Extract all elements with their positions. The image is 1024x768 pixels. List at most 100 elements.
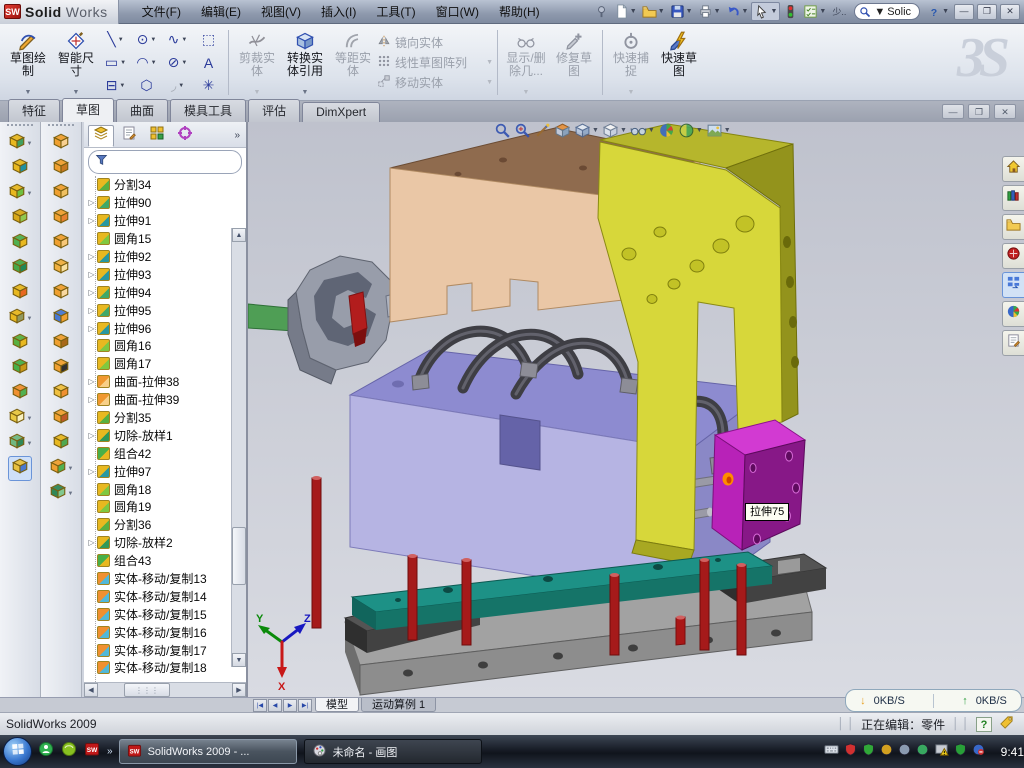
tree-item-分割34[interactable]: 分割34 — [86, 176, 246, 194]
model-gate-hole-7[interactable] — [654, 227, 666, 237]
minimize-window-button[interactable]: — — [954, 4, 974, 20]
model-gate-side-hole-1[interactable] — [783, 236, 791, 248]
tree-item-圆角17[interactable]: 圆角17 — [86, 355, 246, 373]
offset-entities-button[interactable]: 等距实体 — [329, 27, 377, 98]
model-pin-2[interactable] — [408, 556, 417, 640]
model-pin-1-cap[interactable] — [312, 476, 321, 480]
rapid-sketch-button[interactable]: 快速草图 — [655, 27, 703, 98]
tree-vertical-scrollbar[interactable]: ▲ ▼ — [231, 228, 246, 667]
untrim-surface-button[interactable]: ▼ — [49, 481, 74, 506]
filter-input[interactable] — [112, 156, 212, 168]
move-entities-button[interactable]: 移动实体▼ — [377, 74, 493, 91]
instant3d-button[interactable] — [8, 456, 32, 481]
exploded-mold-assembly[interactable]: YZX — [248, 122, 1024, 697]
model-mold-notch[interactable] — [500, 415, 540, 470]
apply-scene-button[interactable]: ▼ — [678, 122, 703, 139]
model-eject-hole-3[interactable] — [653, 564, 663, 570]
tree-item-实体-移动/复制13[interactable]: 实体-移动/复制13 — [86, 570, 246, 588]
extruded-boss-button[interactable]: ▼ — [8, 131, 33, 156]
sketch-circle-button[interactable]: ⊙▼ — [131, 28, 162, 51]
fillet-button[interactable]: ▼ — [8, 181, 33, 206]
tab-草图[interactable]: 草图 — [62, 98, 114, 122]
tree-item-圆角18[interactable]: 圆角18 — [86, 480, 246, 498]
model-eject-hole-5[interactable] — [715, 558, 721, 562]
sketch-selection-box-button[interactable]: ⬚ — [193, 28, 224, 51]
display-style-button[interactable]: ▼ — [602, 122, 627, 139]
model-base-bolt-1[interactable] — [403, 670, 413, 677]
taskbar-button-SolidWorks 2009 - ...[interactable]: SWSolidWorks 2009 - ... — [119, 739, 297, 764]
scroll-left-button[interactable]: ◀ — [84, 683, 98, 697]
tray-safety-blue[interactable] — [972, 743, 985, 761]
model-base-bolt-6[interactable] — [771, 630, 781, 637]
wrap-button[interactable] — [11, 281, 29, 306]
sketch-polygon-button[interactable]: ⬡ — [131, 74, 162, 97]
model-gate-hole-3[interactable] — [690, 260, 704, 272]
help-button[interactable]: ?▼ — [925, 4, 951, 20]
model-base-bolt-2[interactable] — [478, 662, 488, 669]
lofted-boss-button[interactable] — [11, 206, 29, 231]
menu-item-5[interactable]: 窗口(W) — [427, 0, 488, 23]
sketch-rectangle-button[interactable]: ▭▼ — [100, 51, 131, 74]
swept-cut-button[interactable] — [11, 256, 29, 281]
taskbar-button-未命名 - 画图[interactable]: 未命名 - 画图 — [304, 739, 482, 764]
sketch-button[interactable]: 草图绘制▼ — [4, 27, 52, 98]
convert-entities-button[interactable]: 转换实体引用▼ — [281, 27, 329, 98]
panel-tab-configurationmanager[interactable] — [144, 125, 170, 147]
tag-icon[interactable] — [999, 715, 1014, 733]
model-gate-hole-6[interactable] — [622, 248, 636, 260]
appearances-scenes-tab[interactable] — [1002, 301, 1024, 327]
trim-entities-button[interactable]: 剪裁实体▼ — [233, 27, 281, 98]
model-gate-side-hole-3[interactable] — [789, 316, 797, 328]
model-pin-3-cap[interactable] — [462, 558, 471, 562]
freeform-button[interactable] — [52, 256, 70, 281]
ruled-surface-button[interactable] — [52, 331, 70, 356]
tree-item-圆角15[interactable]: 圆角15 — [86, 230, 246, 248]
tree-item-分割35[interactable]: 分割35 — [86, 409, 246, 427]
scroll-right-button[interactable]: ▶ — [232, 683, 246, 697]
quick-snaps-button[interactable]: 快速捕捉▼ — [607, 27, 655, 98]
model-pin-6[interactable] — [737, 565, 746, 655]
panel-tab-propertymanager[interactable] — [116, 125, 142, 147]
tray-antivirus-red[interactable] — [844, 743, 857, 761]
extruded-surface-button[interactable] — [52, 181, 70, 206]
model-mold-top-hole-1[interactable] — [392, 381, 404, 388]
doc-restore-button[interactable]: ❐ — [968, 104, 990, 119]
view-settings-button[interactable]: ▼ — [706, 122, 731, 139]
move-copy-body-button[interactable] — [11, 381, 29, 406]
model-hover-flame-inner[interactable] — [727, 477, 732, 484]
expand-arrow[interactable]: ▷ — [86, 270, 97, 279]
tree-item-实体-移动/复制17[interactable]: 实体-移动/复制17 — [86, 641, 246, 659]
doc-minimize-button[interactable]: — — [942, 104, 964, 119]
view-palette-tab[interactable] — [1002, 272, 1024, 298]
panel-tabs-overflow[interactable]: » — [234, 130, 242, 141]
solidworks-launcher-quicklaunch[interactable]: SW — [84, 741, 100, 762]
tree-item-切除-放样2[interactable]: ▷切除-放样2 — [86, 534, 246, 552]
close-window-button[interactable]: ✕ — [1000, 4, 1020, 20]
tab-特征[interactable]: 特征 — [8, 99, 60, 122]
tab-模具工具[interactable]: 模具工具 — [170, 99, 246, 122]
expand-arrow[interactable]: ▷ — [86, 198, 97, 207]
tree-item-拉伸90[interactable]: ▷拉伸90 — [86, 194, 246, 212]
model-insert-hole-1[interactable] — [786, 451, 793, 461]
tab-DimXpert[interactable]: DimXpert — [302, 102, 380, 122]
tree-item-实体-移动/复制16[interactable]: 实体-移动/复制16 — [86, 623, 246, 641]
model-eject-hole-2[interactable] — [543, 576, 553, 582]
expand-arrow[interactable]: ▷ — [86, 395, 97, 404]
select-button[interactable]: ▼ — [751, 2, 780, 21]
model-eject-hole-1[interactable] — [443, 587, 453, 593]
section-view-button[interactable] — [554, 122, 571, 139]
tree-item-拉伸94[interactable]: ▷拉伸94 — [86, 283, 246, 301]
model-pin-2-cap[interactable] — [408, 554, 417, 558]
tree-item-拉伸96[interactable]: ▷拉伸96 — [86, 319, 246, 337]
model-insert-hole-2[interactable] — [793, 483, 800, 493]
menu-item-6[interactable]: 帮助(H) — [490, 0, 549, 23]
model-hose-fitting-1[interactable] — [412, 374, 429, 390]
thicken-button[interactable] — [52, 431, 70, 456]
solidworks-resources-tab[interactable] — [1002, 156, 1024, 182]
tree-item-圆角16[interactable]: 圆角16 — [86, 337, 246, 355]
revolved-surface-button[interactable] — [52, 156, 70, 181]
tray-health-shield[interactable] — [954, 743, 967, 761]
offset-surface-button[interactable] — [52, 306, 70, 331]
model-insert-hole-5[interactable] — [750, 464, 756, 473]
tab-曲面[interactable]: 曲面 — [116, 99, 168, 122]
